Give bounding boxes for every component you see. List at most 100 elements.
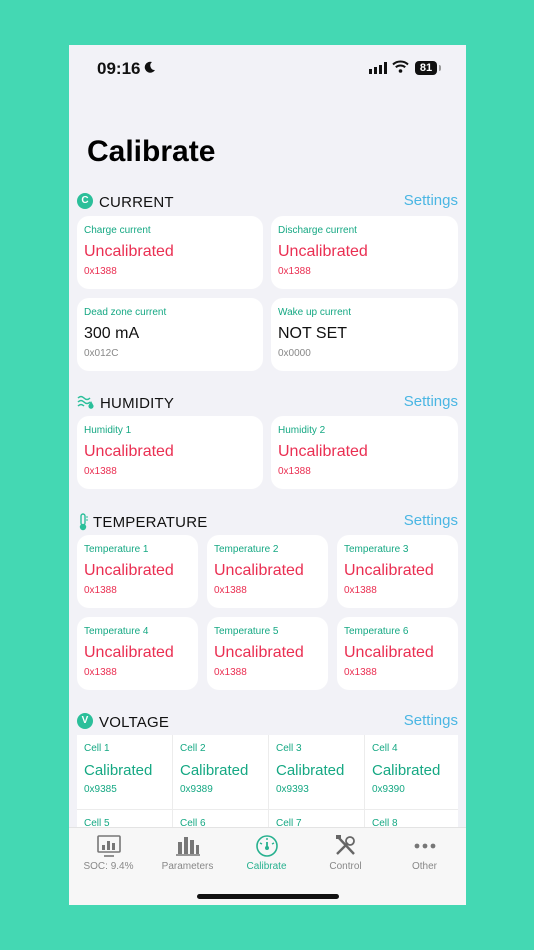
card-temperature-3[interactable]: Temperature 3 Uncalibrated 0x1388 — [337, 535, 458, 608]
tab-calibrate[interactable]: Calibrate — [227, 834, 306, 872]
cell-value: Calibrated — [84, 762, 153, 779]
cell-value: Calibrated — [276, 762, 345, 779]
tools-icon — [335, 835, 355, 855]
tab-label: Other — [411, 861, 437, 872]
card-label: Temperature 5 — [214, 626, 279, 637]
card-value: Uncalibrated — [214, 562, 304, 579]
wifi-icon — [392, 60, 409, 73]
tab-label: Calibrate — [246, 861, 287, 872]
card-value: Uncalibrated — [214, 644, 304, 661]
humidity-settings-link[interactable]: Settings — [404, 393, 458, 410]
card-hex: 0x1388 — [84, 667, 117, 678]
card-hex: 0x1388 — [84, 466, 117, 477]
cellular-signal-icon — [369, 62, 387, 74]
card-hex: 0x0000 — [278, 348, 311, 359]
card-value: NOT SET — [278, 325, 348, 342]
voltage-badge-icon: V — [77, 713, 93, 729]
card-value: Uncalibrated — [84, 243, 174, 260]
ellipsis-icon — [414, 843, 435, 849]
card-label: Temperature 3 — [344, 544, 409, 555]
card-dead-zone-current[interactable]: Dead zone current 300 mA 0x012C — [77, 298, 263, 371]
voltage-settings-link[interactable]: Settings — [404, 712, 458, 729]
card-hex: 0x1388 — [214, 667, 247, 678]
cell-value: Calibrated — [372, 762, 441, 779]
section-title-humidity: HUMIDITY — [100, 395, 175, 412]
card-temperature-6[interactable]: Temperature 6 Uncalibrated 0x1388 — [337, 617, 458, 690]
cell-label: Cell 1 — [84, 743, 110, 754]
tab-control[interactable]: Control — [306, 834, 385, 872]
card-label: Humidity 1 — [84, 425, 132, 436]
section-header-temperature: TEMPERATURE Settings — [77, 512, 458, 534]
card-label: Discharge current — [278, 225, 357, 236]
card-wake-up-current[interactable]: Wake up current NOT SET 0x0000 — [271, 298, 458, 371]
card-hex: 0x1388 — [278, 466, 311, 477]
cell-label: Cell 3 — [276, 743, 302, 754]
card-label: Temperature 6 — [344, 626, 409, 637]
cell-label: Cell 4 — [372, 743, 398, 754]
cell-4[interactable]: Cell 4 Calibrated 0x9390 — [365, 735, 458, 810]
card-hex: 0x1388 — [214, 585, 247, 596]
gauge-icon — [255, 835, 278, 857]
card-hex: 0x1388 — [344, 667, 377, 678]
battery-indicator: 81 — [415, 61, 437, 75]
section-header-humidity: HUMIDITY Settings — [77, 393, 458, 415]
card-discharge-current[interactable]: Discharge current Uncalibrated 0x1388 — [271, 216, 458, 289]
phone-screen: 09:16 81 Calibrate C CURRENT Settings Ch… — [69, 45, 466, 905]
card-hex: 0x1388 — [278, 266, 311, 277]
card-hex: 0x1388 — [84, 585, 117, 596]
card-temperature-4[interactable]: Temperature 4 Uncalibrated 0x1388 — [77, 617, 198, 690]
tab-label: Control — [329, 861, 362, 872]
card-hex: 0x1388 — [84, 266, 117, 277]
current-settings-link[interactable]: Settings — [404, 192, 458, 209]
tab-other[interactable]: Other — [385, 834, 464, 872]
tab-label: Parameters — [161, 861, 214, 872]
section-header-current: C CURRENT Settings — [77, 192, 458, 214]
card-label: Temperature 1 — [84, 544, 149, 555]
moon-icon — [144, 61, 155, 73]
section-title-voltage: VOLTAGE — [99, 714, 170, 731]
card-temperature-5[interactable]: Temperature 5 Uncalibrated 0x1388 — [207, 617, 328, 690]
card-hex: 0x1388 — [344, 585, 377, 596]
tab-parameters[interactable]: Parameters — [148, 834, 227, 872]
section-title-current: CURRENT — [99, 194, 174, 211]
tab-label: SOC: 9.4% — [83, 861, 134, 872]
cell-3[interactable]: Cell 3 Calibrated 0x9393 — [269, 735, 365, 810]
tab-soc[interactable]: SOC: 9.4% — [69, 834, 148, 872]
temperature-settings-link[interactable]: Settings — [404, 512, 458, 529]
card-charge-current[interactable]: Charge current Uncalibrated 0x1388 — [77, 216, 263, 289]
card-label: Temperature 2 — [214, 544, 279, 555]
card-value: 300 mA — [84, 325, 140, 342]
thermometer-icon — [79, 513, 88, 531]
cell-hex: 0x9389 — [180, 784, 213, 795]
card-value: Uncalibrated — [84, 644, 174, 661]
bars-icon — [175, 837, 200, 856]
card-label: Dead zone current — [84, 307, 167, 318]
cell-label: Cell 2 — [180, 743, 206, 754]
card-label: Charge current — [84, 225, 151, 236]
status-bar: 09:16 81 — [69, 45, 466, 89]
section-title-temperature: TEMPERATURE — [93, 514, 208, 531]
battery-tip — [439, 65, 441, 71]
section-header-voltage: V VOLTAGE Settings — [77, 712, 458, 734]
card-value: Uncalibrated — [278, 443, 368, 460]
chart-icon — [96, 835, 121, 857]
card-value: Uncalibrated — [84, 562, 174, 579]
page-title: Calibrate — [87, 135, 216, 168]
cell-2[interactable]: Cell 2 Calibrated 0x9389 — [173, 735, 269, 810]
card-value: Uncalibrated — [278, 243, 368, 260]
card-label: Temperature 4 — [84, 626, 149, 637]
cell-hex: 0x9385 — [84, 784, 117, 795]
cell-hex: 0x9393 — [276, 784, 309, 795]
card-temperature-1[interactable]: Temperature 1 Uncalibrated 0x1388 — [77, 535, 198, 608]
card-humidity-1[interactable]: Humidity 1 Uncalibrated 0x1388 — [77, 416, 263, 489]
humidity-icon — [77, 395, 94, 409]
card-humidity-2[interactable]: Humidity 2 Uncalibrated 0x1388 — [271, 416, 458, 489]
card-temperature-2[interactable]: Temperature 2 Uncalibrated 0x1388 — [207, 535, 328, 608]
current-badge-icon: C — [77, 193, 93, 209]
cell-1[interactable]: Cell 1 Calibrated 0x9385 — [77, 735, 173, 810]
card-label: Humidity 2 — [278, 425, 326, 436]
cell-value: Calibrated — [180, 762, 249, 779]
home-indicator — [197, 894, 339, 899]
status-time: 09:16 — [97, 59, 141, 78]
cell-hex: 0x9390 — [372, 784, 405, 795]
